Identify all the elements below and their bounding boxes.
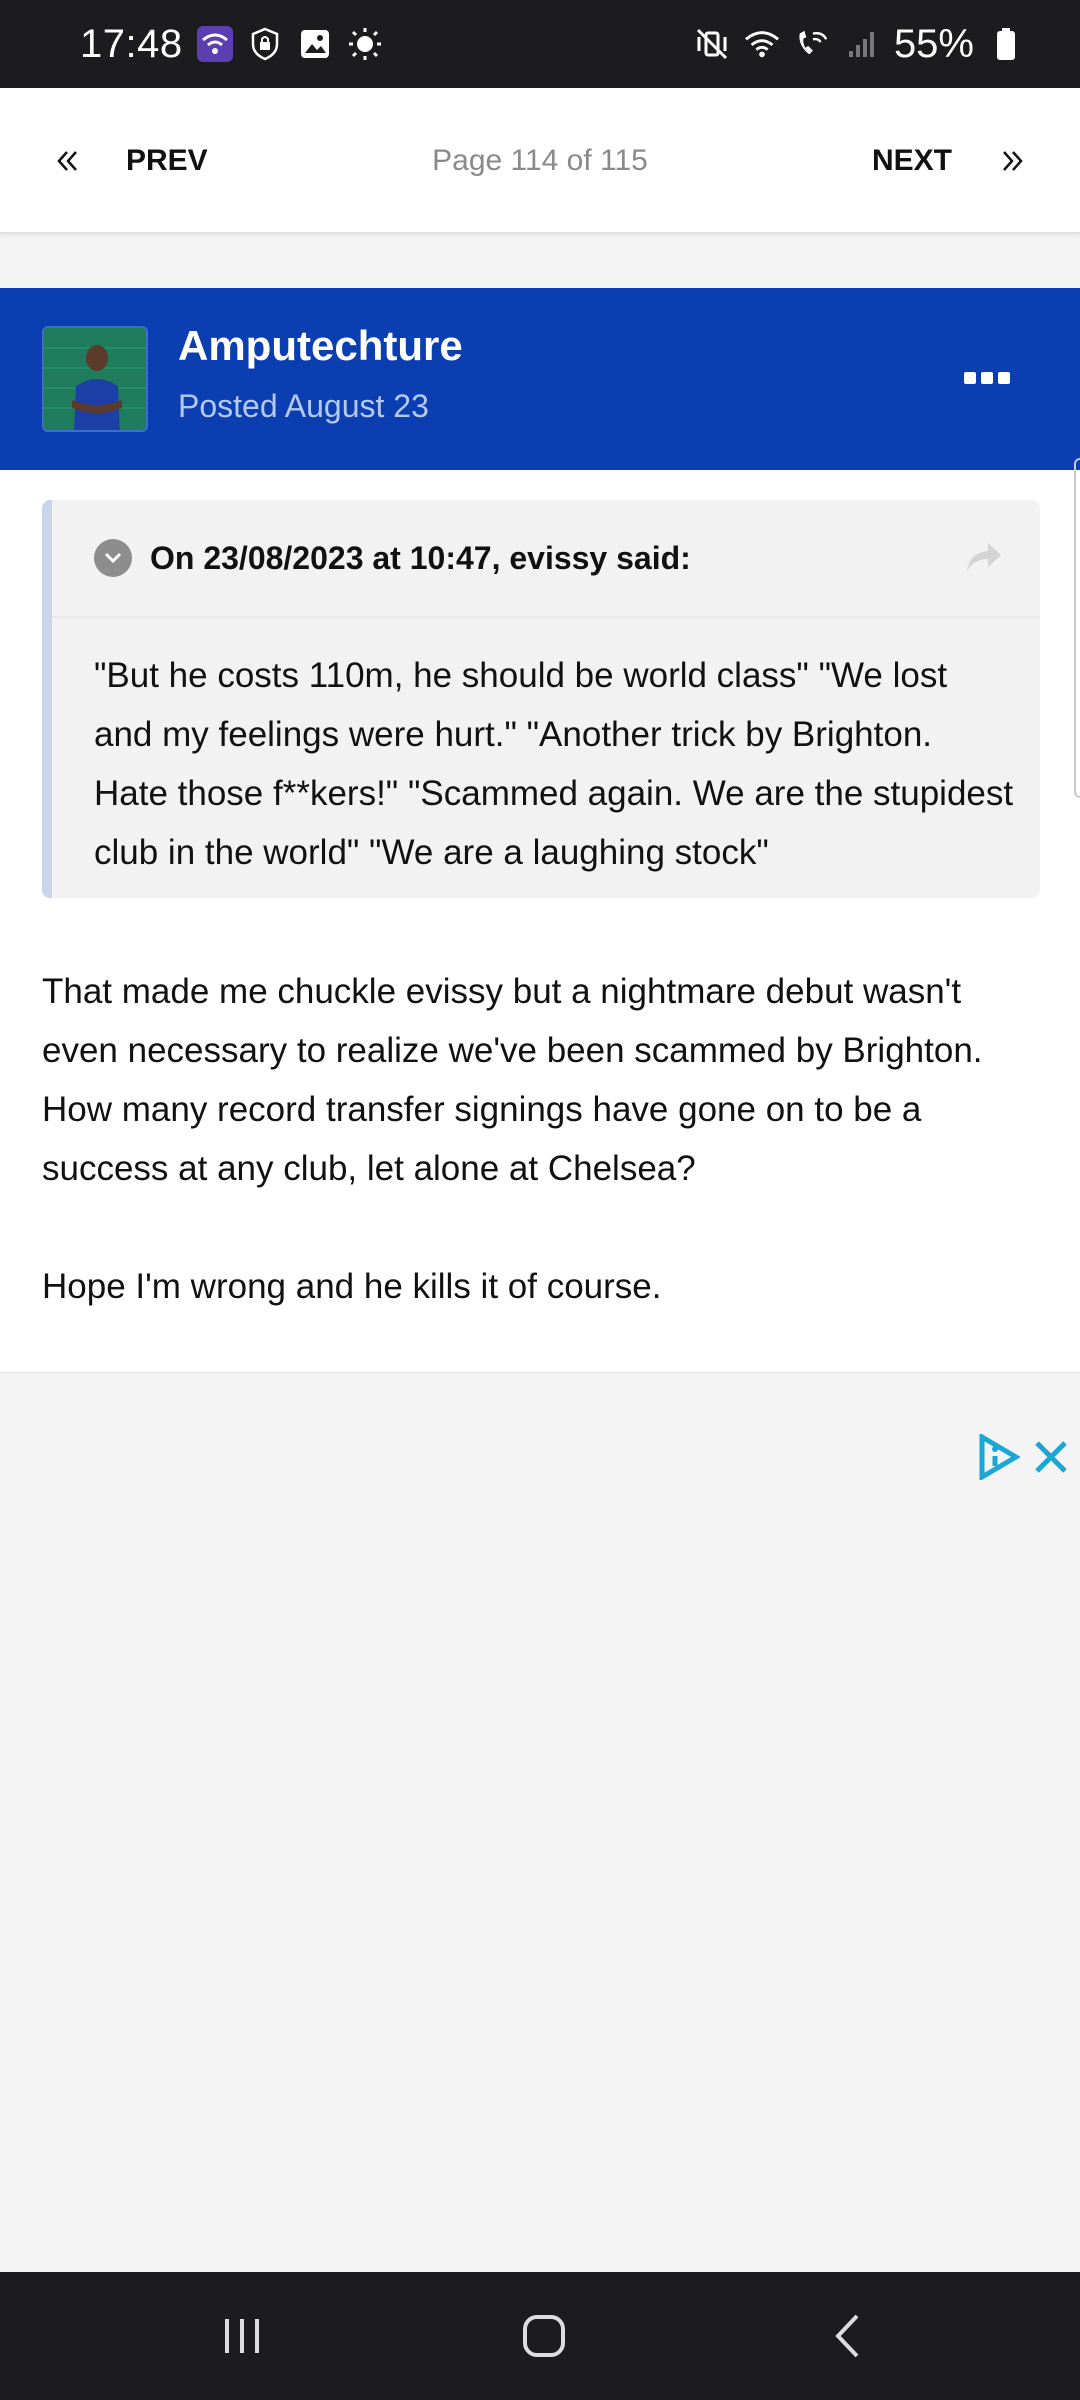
post-menu-button[interactable]: [964, 366, 1010, 390]
wifi-calling-icon: [794, 26, 830, 62]
battery-icon: [988, 26, 1024, 62]
wifi-icon: [744, 26, 780, 62]
post-header: Amputechture Posted August 23: [0, 288, 1080, 470]
quote-text: "But he costs 110m, he should be world c…: [94, 656, 1014, 872]
next-label: NEXT: [871, 144, 952, 177]
gallery-icon: [297, 26, 333, 62]
back-icon[interactable]: [788, 2272, 908, 2400]
quote-block: On 23/08/2023 at 10:47, evissy said: "Bu…: [42, 500, 1040, 898]
system-nav-bar: [0, 2272, 1080, 2400]
avatar[interactable]: [42, 326, 148, 432]
status-time: 17:48: [80, 21, 183, 66]
menu-dot: [981, 372, 993, 384]
status-left: 17:48: [80, 22, 383, 67]
recent-apps-icon[interactable]: [182, 2272, 302, 2400]
post-body: On 23/08/2023 at 10:47, evissy said: "Bu…: [0, 470, 1080, 1373]
menu-dot: [964, 372, 976, 384]
quote-header: On 23/08/2023 at 10:47, evissy said:: [94, 538, 691, 578]
double-chevron-right-icon: [1000, 140, 1024, 183]
chevron-down-icon[interactable]: [94, 539, 132, 577]
vibrate-mute-icon: [694, 26, 730, 62]
battery-level: 55%: [893, 21, 974, 66]
next-button[interactable]: NEXT: [872, 88, 1024, 234]
adchoices-icon[interactable]: [976, 1432, 1022, 1482]
vpn-shield-icon: [247, 26, 283, 62]
signal-icon: [844, 26, 880, 62]
scroll-indicator[interactable]: [1074, 458, 1080, 798]
menu-dot: [998, 372, 1010, 384]
status-right: 55%: [694, 22, 1024, 67]
post-paragraph: Hope I'm wrong and he kills it of course…: [42, 1267, 662, 1306]
ad-area: [0, 1374, 1080, 2272]
home-icon[interactable]: [484, 2272, 604, 2400]
post-date: Posted August 23: [178, 388, 429, 424]
brightness-icon: [347, 26, 383, 62]
status-bar: 17:48 55%: [0, 0, 1080, 88]
share-arrow-icon[interactable]: [964, 540, 1004, 574]
quote-citation: On 23/08/2023 at 10:47, evissy said:: [150, 539, 691, 576]
post-paragraph: That made me chuckle evissy but a nightm…: [42, 972, 983, 1188]
pagination-bar: PREV Page 114 of 115 NEXT: [0, 88, 1080, 234]
wifi-hotspot-icon: [196, 26, 233, 62]
close-icon[interactable]: [1026, 1432, 1076, 1482]
author-name[interactable]: Amputechture: [178, 322, 463, 370]
quote-divider: [52, 616, 1040, 618]
